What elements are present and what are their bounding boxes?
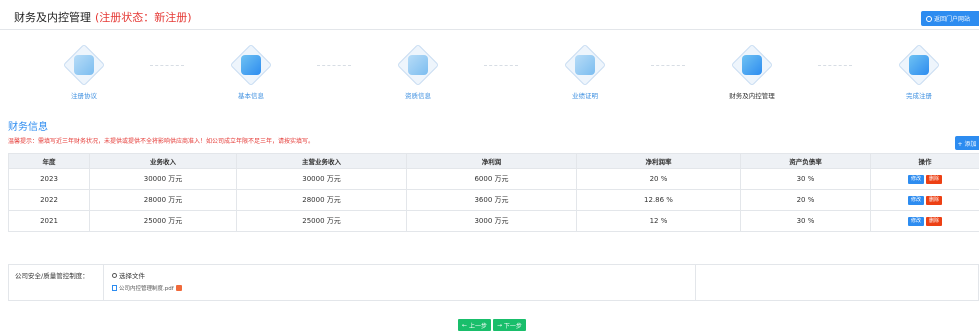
edit-button[interactable]: 修改 xyxy=(907,216,924,226)
column-header-main-revenue: 主营业务收入 xyxy=(236,153,407,169)
cell-net-profit: 3000 万元 xyxy=(406,210,577,232)
registration-steps: 注册协议 基本信息 资质信息 业绩证明 财务及内控管理 完成注册 xyxy=(0,36,979,106)
column-header-net-profit: 净利润 xyxy=(406,153,577,169)
cell-net-profit: 3600 万元 xyxy=(406,189,577,211)
step-badge xyxy=(896,42,942,88)
grid-icon xyxy=(241,55,261,75)
document-icon xyxy=(112,285,117,291)
delete-button[interactable]: 删除 xyxy=(926,174,943,184)
step-finance-control[interactable]: 财务及内控管理 xyxy=(697,36,807,102)
table-row: 2023 30000 万元 30000 万元 6000 万元 20 % 30 %… xyxy=(8,168,979,190)
column-header-debt-ratio: 资产负债率 xyxy=(740,153,871,169)
step-badge xyxy=(395,42,441,88)
step-label: 基本信息 xyxy=(238,92,264,100)
cell-debt-ratio: 30 % xyxy=(740,168,871,190)
cell-actions: 修改 删除 xyxy=(870,189,979,211)
warning-tip: 温馨提示：需填写近三年财务状况，未提供或提供不全将影响供应商准入！如公司成立年限… xyxy=(8,138,315,145)
registration-status: (注册状态：新注册) xyxy=(95,11,192,24)
step-badge xyxy=(61,42,107,88)
chart-icon xyxy=(575,55,595,75)
step-connector xyxy=(484,65,518,66)
step-badge xyxy=(228,42,274,88)
column-header-actions: 操作 xyxy=(870,153,979,169)
upload-content: 选择文件 公司内控管理制度.pdf xyxy=(104,265,696,300)
table-row: 2022 28000 万元 28000 万元 3600 万元 12.86 % 2… xyxy=(8,189,979,211)
cell-debt-ratio: 30 % xyxy=(740,210,871,232)
step-connector xyxy=(651,65,685,66)
cell-net-margin: 20 % xyxy=(576,168,741,190)
page-header: 财务及内控管理 (注册状态：新注册) 返回门户网站 xyxy=(0,0,979,30)
column-header-net-margin: 净利润率 xyxy=(576,153,741,169)
cell-year: 2023 xyxy=(8,168,90,190)
step-connector xyxy=(818,65,852,66)
choose-file-label: 选择文件 xyxy=(119,272,145,280)
prev-step-button[interactable]: ← 上一步 xyxy=(458,319,491,331)
step-navigation: ← 上一步 → 下一步 xyxy=(458,319,526,331)
cell-revenue: 30000 万元 xyxy=(89,168,237,190)
back-to-portal-button[interactable]: 返回门户网站 xyxy=(921,11,979,26)
file-name: 公司内控管理制度.pdf xyxy=(119,286,174,292)
cell-actions: 修改 删除 xyxy=(870,210,979,232)
shield-icon xyxy=(742,55,762,75)
arrow-right-icon: → xyxy=(496,321,504,329)
cell-main-revenue: 30000 万元 xyxy=(236,168,407,190)
choose-file-button[interactable]: 选择文件 xyxy=(112,270,695,280)
delete-button[interactable]: 删除 xyxy=(926,216,943,226)
cell-debt-ratio: 20 % xyxy=(740,189,871,211)
upload-label: 公司安全/质量管控制度： xyxy=(9,265,104,300)
cell-year: 2021 xyxy=(8,210,90,232)
cell-net-profit: 6000 万元 xyxy=(406,168,577,190)
step-connector xyxy=(317,65,351,66)
step-agreement[interactable]: 注册协议 xyxy=(29,36,139,102)
section-title: 财务信息 xyxy=(8,122,48,133)
cell-main-revenue: 28000 万元 xyxy=(236,189,407,211)
cell-revenue: 28000 万元 xyxy=(89,189,237,211)
step-qualification[interactable]: 资质信息 xyxy=(363,36,473,102)
step-label: 业绩证明 xyxy=(572,92,598,100)
cell-net-margin: 12.86 % xyxy=(576,189,741,211)
upload-section: 公司安全/质量管控制度： 选择文件 公司内控管理制度.pdf xyxy=(8,264,979,301)
search-icon xyxy=(112,272,117,278)
cell-revenue: 25000 万元 xyxy=(89,210,237,232)
table-header-row: 年度 业务收入 主营业务收入 净利润 净利润率 资产负债率 操作 xyxy=(8,153,979,169)
home-icon xyxy=(926,15,932,22)
step-connector xyxy=(150,65,184,66)
handshake-icon xyxy=(74,55,94,75)
delete-button[interactable]: 删除 xyxy=(926,195,943,205)
step-label: 资质信息 xyxy=(405,92,431,100)
table-row: 2021 25000 万元 25000 万元 3000 万元 12 % 30 %… xyxy=(8,210,979,232)
cell-net-margin: 12 % xyxy=(576,210,741,232)
cell-actions: 修改 删除 xyxy=(870,168,979,190)
cell-year: 2022 xyxy=(8,189,90,211)
column-header-year: 年度 xyxy=(8,153,90,169)
step-badge xyxy=(562,42,608,88)
flag-icon xyxy=(909,55,929,75)
step-performance[interactable]: 业绩证明 xyxy=(530,36,640,102)
prev-step-label: 上一步 xyxy=(468,322,487,330)
certificate-icon xyxy=(408,55,428,75)
edit-button[interactable]: 修改 xyxy=(907,174,924,184)
step-label: 完成注册 xyxy=(906,92,932,100)
column-header-revenue: 业务收入 xyxy=(89,153,237,169)
add-button[interactable]: + 添加 xyxy=(955,136,979,150)
page-title: 财务及内控管理 (注册状态：新注册) xyxy=(14,9,192,25)
step-complete[interactable]: 完成注册 xyxy=(864,36,974,102)
step-label: 注册协议 xyxy=(71,92,97,100)
step-label: 财务及内控管理 xyxy=(729,92,775,100)
back-to-portal-label: 返回门户网站 xyxy=(934,16,971,23)
remove-file-icon[interactable] xyxy=(175,285,182,291)
uploaded-file[interactable]: 公司内控管理制度.pdf xyxy=(112,284,695,292)
financial-table: 年度 业务收入 主营业务收入 净利润 净利润率 资产负债率 操作 2023 30… xyxy=(8,153,979,232)
edit-button[interactable]: 修改 xyxy=(907,195,924,205)
cell-main-revenue: 25000 万元 xyxy=(236,210,407,232)
arrow-left-icon: ← xyxy=(462,321,469,329)
page-title-text: 财务及内控管理 xyxy=(14,11,91,24)
next-step-button[interactable]: → 下一步 xyxy=(492,319,526,331)
step-badge xyxy=(729,42,775,88)
next-step-label: 下一步 xyxy=(503,322,522,330)
step-basic-info[interactable]: 基本信息 xyxy=(196,36,306,102)
